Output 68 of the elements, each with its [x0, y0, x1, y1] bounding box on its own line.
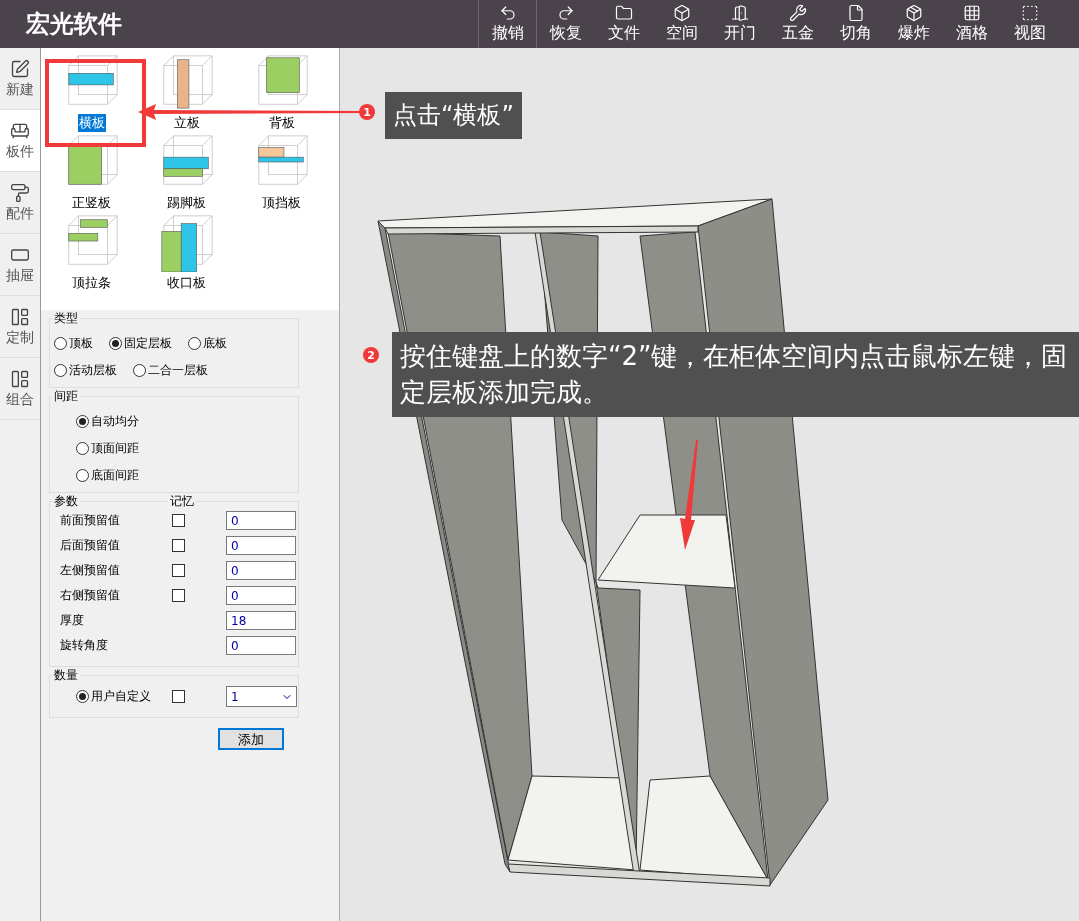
group-title: 间距	[52, 388, 80, 405]
sidebar-tab[interactable]: 板件	[0, 110, 40, 172]
field-label: 右侧预留值	[60, 587, 121, 604]
field-label: 厚度	[60, 612, 85, 629]
field-label: 左侧预留值	[60, 562, 121, 579]
toolbar-icon	[615, 4, 633, 22]
toolbar-button[interactable]: 文件	[595, 0, 653, 48]
sidebar-icon	[10, 58, 30, 79]
checkbox[interactable]	[172, 539, 185, 552]
input-field[interactable]: 0	[226, 536, 296, 555]
callout-tooltip: 按住键盘上的数字“2”键，在柜体空间内点击鼠标左键，固定层板添加完成。	[392, 332, 1079, 417]
radio-option[interactable]: 固定层板	[109, 335, 172, 352]
toolbar-button[interactable]: 酒格	[943, 0, 1001, 48]
toolbar-button[interactable]: 爆炸	[885, 0, 943, 48]
dropdown[interactable]: 1	[226, 686, 297, 707]
radio-option[interactable]: 自动均分	[76, 413, 278, 430]
field-label: 后面预留值	[60, 537, 121, 554]
add-button[interactable]: 添加	[218, 728, 284, 750]
input-field[interactable]: 0	[226, 561, 296, 580]
radio-option[interactable]: 底板	[188, 335, 227, 352]
radio-option[interactable]: 二合一层板	[133, 362, 208, 379]
toolbar-button[interactable]: 恢复	[537, 0, 595, 48]
input-field[interactable]: 18	[226, 611, 296, 630]
toolbar-icon	[847, 4, 865, 22]
app-title: 宏光软件	[24, 9, 123, 40]
toolbar-icon	[673, 4, 691, 22]
board-type-item[interactable]: 背板	[249, 52, 314, 132]
field-label: 前面预留值	[60, 512, 121, 529]
checkbox[interactable]	[172, 564, 185, 577]
toolbar-icon	[498, 4, 517, 22]
checkbox[interactable]	[172, 514, 185, 527]
input-field[interactable]: 0	[226, 511, 296, 530]
board-type-item[interactable]: 收口板	[154, 212, 219, 292]
radio-option[interactable]: 活动层板	[54, 362, 117, 379]
checkbox[interactable]	[172, 690, 185, 703]
toolbar-icon	[557, 4, 575, 22]
toolbar-button[interactable]: 切角	[827, 0, 885, 48]
board-type-item[interactable]: 顶拉条	[59, 212, 124, 292]
radio-option[interactable]: 底面间距	[76, 467, 278, 484]
toolbar-icon	[731, 4, 749, 22]
sidebar-icon	[10, 306, 30, 327]
radio-option[interactable]: 顶面间距	[76, 440, 278, 457]
board-type-item[interactable]: 正竖板	[59, 132, 124, 212]
group-title: 数量	[52, 667, 80, 684]
sidebar-icon	[10, 182, 30, 203]
toolbar-icon	[1021, 4, 1039, 22]
board-type-item[interactable]: 顶挡板	[249, 132, 314, 212]
radio-option[interactable]: 顶板	[54, 335, 93, 352]
column-title: 记忆	[168, 493, 196, 510]
board-type-item[interactable]: 横板	[59, 52, 124, 132]
group-title: 参数	[52, 493, 80, 510]
input-field[interactable]: 0	[226, 586, 296, 605]
callout-tooltip: 点击“横板”	[385, 92, 522, 139]
group-title: 类型	[52, 310, 80, 327]
radio-option[interactable]: 用户自定义	[76, 688, 172, 705]
toolbar-button[interactable]: 视图	[1001, 0, 1059, 48]
toolbar-icon	[963, 4, 981, 22]
toolbar-button[interactable]: 开门	[711, 0, 769, 48]
field-label: 旋转角度	[60, 637, 109, 654]
checkbox[interactable]	[172, 589, 185, 602]
sidebar-icon	[10, 368, 30, 389]
toolbar-icon	[905, 4, 923, 22]
toolbar-button[interactable]: 空间	[653, 0, 711, 48]
toolbar-icon	[789, 4, 807, 22]
toolbar-button[interactable]: 五金	[769, 0, 827, 48]
board-type-item[interactable]: 踢脚板	[154, 132, 219, 212]
board-type-item[interactable]: 立板	[154, 52, 219, 132]
input-field[interactable]: 0	[226, 636, 296, 655]
